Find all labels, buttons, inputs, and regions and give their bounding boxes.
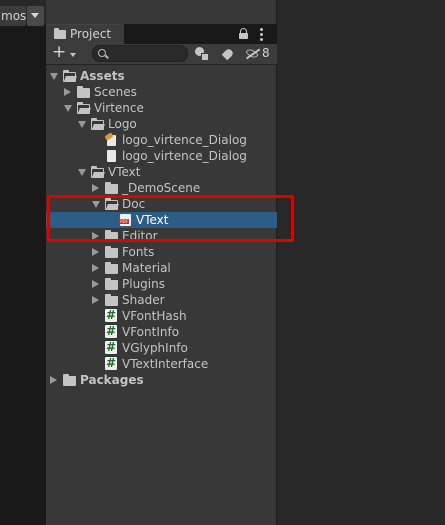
- folder-open-icon: [90, 166, 104, 178]
- tree-row-label: logo_virtence_Dialog: [122, 149, 247, 163]
- hidden-packages-toggle[interactable]: 8: [245, 46, 275, 62]
- project-panel: Project + 8 Assets Scenes Virtence Logo logo…: [46, 0, 277, 525]
- tree-row-label: Virtence: [94, 101, 144, 115]
- folder-open-icon: [76, 102, 90, 114]
- tree-row[interactable]: Virtence: [46, 100, 277, 116]
- tree-row[interactable]: logo_virtence_Dialog: [46, 148, 277, 164]
- scene-view-strip: [0, 0, 46, 525]
- lock-icon[interactable]: [239, 28, 248, 39]
- chevron-down-icon: [70, 53, 76, 57]
- chevron-down-icon: [31, 13, 39, 18]
- tab-project[interactable]: Project: [46, 24, 124, 44]
- collapsed-arrow-icon[interactable]: [92, 248, 99, 256]
- tree-row[interactable]: Scenes: [46, 84, 277, 100]
- annotation-highlight-box: [47, 195, 294, 242]
- tree-row[interactable]: # VGlyphInfo: [46, 340, 277, 356]
- tree-row[interactable]: Assets: [46, 68, 277, 84]
- tree-row[interactable]: Shader: [46, 292, 277, 308]
- tree-row-label: Assets: [80, 69, 125, 83]
- tree-row[interactable]: Plugins: [46, 276, 277, 292]
- tree-row-label: VFontHash: [122, 309, 187, 323]
- csharp-script-icon: #: [105, 340, 117, 354]
- search-by-type-icon[interactable]: [195, 47, 211, 61]
- create-asset-button[interactable]: +: [52, 42, 84, 63]
- tree-row-label: VFontInfo: [122, 325, 180, 339]
- tree-row[interactable]: # VFontInfo: [46, 324, 277, 340]
- file-icon: [105, 150, 118, 162]
- gizmos-label: mos: [1, 9, 26, 23]
- tree-row-label: _DemoScene: [122, 181, 201, 195]
- tree-row[interactable]: logo_virtence_Dialog: [46, 132, 277, 148]
- csharp-script-icon: #: [105, 356, 117, 370]
- search-by-label-icon[interactable]: [221, 47, 237, 61]
- tree-row[interactable]: Fonts: [46, 244, 277, 260]
- tree-row-label: Shader: [122, 293, 165, 307]
- collapsed-arrow-icon[interactable]: [92, 280, 99, 288]
- tree-row[interactable]: Logo: [46, 116, 277, 132]
- folder-icon: [105, 246, 118, 258]
- tree-row-label: Packages: [80, 373, 144, 387]
- tree-row-label: VTextInterface: [122, 357, 209, 371]
- tree-row[interactable]: VText: [46, 164, 277, 180]
- collapsed-arrow-icon[interactable]: [92, 264, 99, 272]
- tree-row-label: Logo: [108, 117, 137, 131]
- tree-row[interactable]: Packages: [46, 372, 277, 388]
- expanded-arrow-icon[interactable]: [64, 105, 72, 112]
- expanded-arrow-icon[interactable]: [78, 169, 86, 176]
- gizmos-button[interactable]: mos: [0, 6, 26, 26]
- folder-icon: [54, 28, 66, 39]
- collapsed-arrow-icon[interactable]: [50, 376, 57, 384]
- expanded-arrow-icon[interactable]: [50, 73, 58, 80]
- tree-row[interactable]: Material: [46, 260, 277, 276]
- tree-row-label: VText: [108, 165, 141, 179]
- tree-row-label: VGlyphInfo: [122, 341, 188, 355]
- folder-open-icon: [62, 70, 76, 82]
- collapsed-arrow-icon[interactable]: [64, 88, 71, 96]
- tree-row[interactable]: # VFontHash: [46, 308, 277, 324]
- csharp-script-icon: #: [105, 324, 117, 338]
- folder-icon: [105, 262, 118, 274]
- search-icon: [98, 49, 106, 57]
- gizmos-dropdown-button[interactable]: [27, 6, 44, 26]
- tree-row[interactable]: # VTextInterface: [46, 356, 277, 372]
- folder-icon: [105, 294, 118, 306]
- project-toolbar: + 8: [46, 42, 277, 65]
- folder-icon: [105, 278, 118, 290]
- folder-open-icon: [90, 118, 104, 130]
- folder-icon: [105, 182, 118, 194]
- collapsed-arrow-icon[interactable]: [92, 296, 99, 304]
- search-input[interactable]: [92, 45, 188, 62]
- expanded-arrow-icon[interactable]: [78, 121, 86, 128]
- collapsed-arrow-icon[interactable]: [92, 184, 99, 192]
- project-tab-bar: Project: [46, 24, 277, 44]
- tree-row-label: logo_virtence_Dialog: [122, 133, 247, 147]
- tree-row-label: Material: [122, 261, 171, 275]
- tree-row[interactable]: _DemoScene: [46, 180, 277, 196]
- tab-project-label: Project: [70, 27, 112, 41]
- scene-toolbar: mos: [0, 0, 46, 26]
- tree-row-label: Scenes: [94, 85, 137, 99]
- tree-row-label: Fonts: [122, 245, 155, 259]
- csharp-script-icon: #: [105, 308, 117, 322]
- more-options-icon[interactable]: [260, 28, 264, 41]
- tree-row-label: Plugins: [122, 277, 165, 291]
- folder-icon: [77, 86, 90, 98]
- plus-icon: +: [52, 42, 67, 62]
- hidden-packages-count: 8: [262, 46, 270, 60]
- folder-icon: [63, 374, 76, 386]
- image-asset-icon: [104, 132, 118, 146]
